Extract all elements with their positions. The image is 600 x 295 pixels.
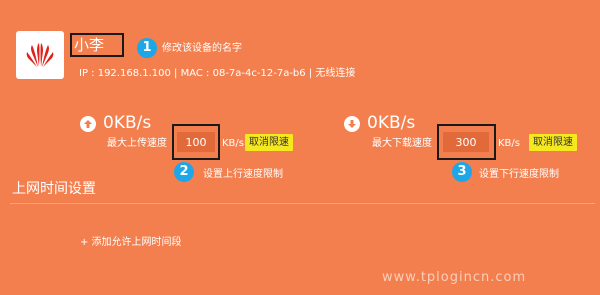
callout-badge-2: 2 <box>174 162 194 182</box>
upload-cancel-limit-button[interactable]: 取消限速 <box>245 134 293 151</box>
add-online-time-link[interactable]: + 添加允许上网时间段 <box>80 236 182 249</box>
device-name[interactable]: 小李 <box>74 36 104 54</box>
download-speed: 0KB/s <box>367 113 416 133</box>
arrow-up-icon <box>80 116 96 132</box>
upload-limit-input[interactable] <box>177 132 215 152</box>
download-unit: KB/s <box>498 138 520 149</box>
upload-speed: 0KB/s <box>103 113 152 133</box>
device-logo <box>16 31 64 79</box>
device-info: IP : 192.168.1.100 | MAC : 08-7a-4c-12-7… <box>79 68 356 79</box>
callout-text-1: 修改该设备的名字 <box>162 43 242 54</box>
callout-badge-1: 1 <box>137 38 157 58</box>
online-time-section-title: 上网时间设置 <box>12 181 96 197</box>
upload-limit-label: 最大上传速度 <box>107 138 167 149</box>
download-limit-label: 最大下载速度 <box>372 138 432 149</box>
download-cancel-limit-button[interactable]: 取消限速 <box>529 134 577 151</box>
download-limit-input[interactable] <box>443 132 489 152</box>
section-divider <box>10 203 595 204</box>
callout-text-2: 设置上行速度限制 <box>203 169 283 180</box>
callout-text-3: 设置下行速度限制 <box>479 169 559 180</box>
arrow-down-icon <box>344 116 360 132</box>
upload-unit: KB/s <box>222 138 244 149</box>
callout-badge-3: 3 <box>452 162 472 182</box>
watermark: www.tplogincn.com <box>382 270 527 285</box>
huawei-logo-icon <box>26 43 54 67</box>
